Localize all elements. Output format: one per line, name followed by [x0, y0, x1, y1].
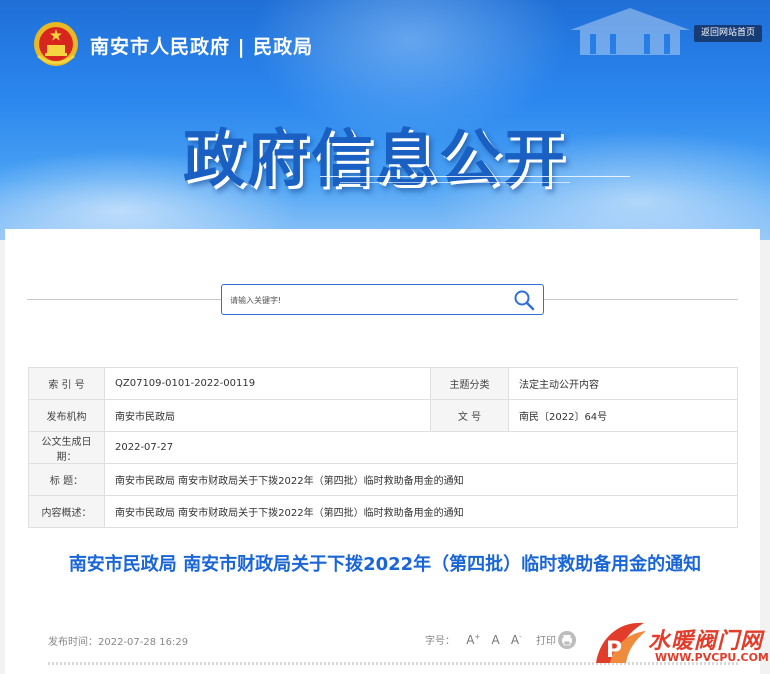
watermark-url: WWW.PVCPU.COM: [655, 651, 769, 664]
summary-value: 南安市民政局 南安市财政局关于下拨2022年（第四批）临时救助备用金的通知: [104, 495, 738, 528]
font-size-large-button[interactable]: A+: [466, 633, 480, 647]
printer-icon[interactable]: [558, 631, 576, 649]
title-value: 南安市民政局 南安市财政局关于下拨2022年（第四批）临时救助备用金的通知: [104, 463, 738, 496]
topic-category-value: 法定主动公开内容: [508, 367, 738, 400]
page-heading: 政府信息公开: [183, 122, 568, 195]
return-home-link[interactable]: 返回网站首页: [694, 25, 762, 42]
table-row: 公文生成日期： 2022-07-27: [28, 431, 738, 464]
table-row: 标 题： 南安市民政局 南安市财政局关于下拨2022年（第四批）临时救助备用金的…: [28, 463, 738, 496]
table-row: 索 引 号 QZ07109-0101-2022-00119 主题分类 法定主动公…: [28, 367, 738, 400]
publish-time: 发布时间：2022-07-28 16:29: [48, 637, 189, 648]
publisher-label: 发布机构: [28, 399, 105, 432]
document-metadata-table: 索 引 号 QZ07109-0101-2022-00119 主题分类 法定主动公…: [28, 367, 738, 528]
search-input[interactable]: [230, 293, 490, 307]
index-number-label: 索 引 号: [28, 367, 105, 400]
search-icon[interactable]: [513, 289, 535, 311]
generated-date-value: 2022-07-27: [104, 431, 738, 464]
heading-decoration-line: [320, 176, 630, 177]
document-number-label: 文 号: [430, 399, 509, 432]
svg-text:P: P: [606, 638, 622, 663]
publisher-value: 南安市民政局: [104, 399, 431, 432]
table-row: 发布机构 南安市民政局 文 号 南民〔2022〕64号: [28, 399, 738, 432]
site-title: 南安市人民政府 | 民政局: [90, 36, 314, 58]
building-silhouette-icon: [570, 8, 690, 55]
document-number-value: 南民〔2022〕64号: [508, 399, 738, 432]
watermark-logo-icon: P: [596, 622, 646, 663]
national-emblem-icon: [34, 22, 78, 66]
font-size-label: 字号：: [425, 636, 455, 647]
font-size-controls: 字号： A+ A A-: [425, 632, 522, 647]
font-size-medium-button[interactable]: A: [491, 633, 499, 647]
generated-date-label: 公文生成日期：: [28, 431, 105, 464]
search-box: [221, 284, 544, 315]
table-row: 内容概述： 南安市民政局 南安市财政局关于下拨2022年（第四批）临时救助备用金…: [28, 495, 738, 528]
index-number-value: QZ07109-0101-2022-00119: [104, 367, 431, 400]
font-size-small-button[interactable]: A-: [511, 633, 522, 647]
topic-category-label: 主题分类: [430, 367, 509, 400]
title-label: 标 题：: [28, 463, 105, 496]
article-title: 南安市民政局 南安市财政局关于下拨2022年（第四批）临时救助备用金的通知: [68, 554, 702, 575]
heading-decoration-line: [340, 182, 570, 183]
summary-label: 内容概述：: [28, 495, 105, 528]
print-label[interactable]: 打印: [536, 632, 556, 647]
